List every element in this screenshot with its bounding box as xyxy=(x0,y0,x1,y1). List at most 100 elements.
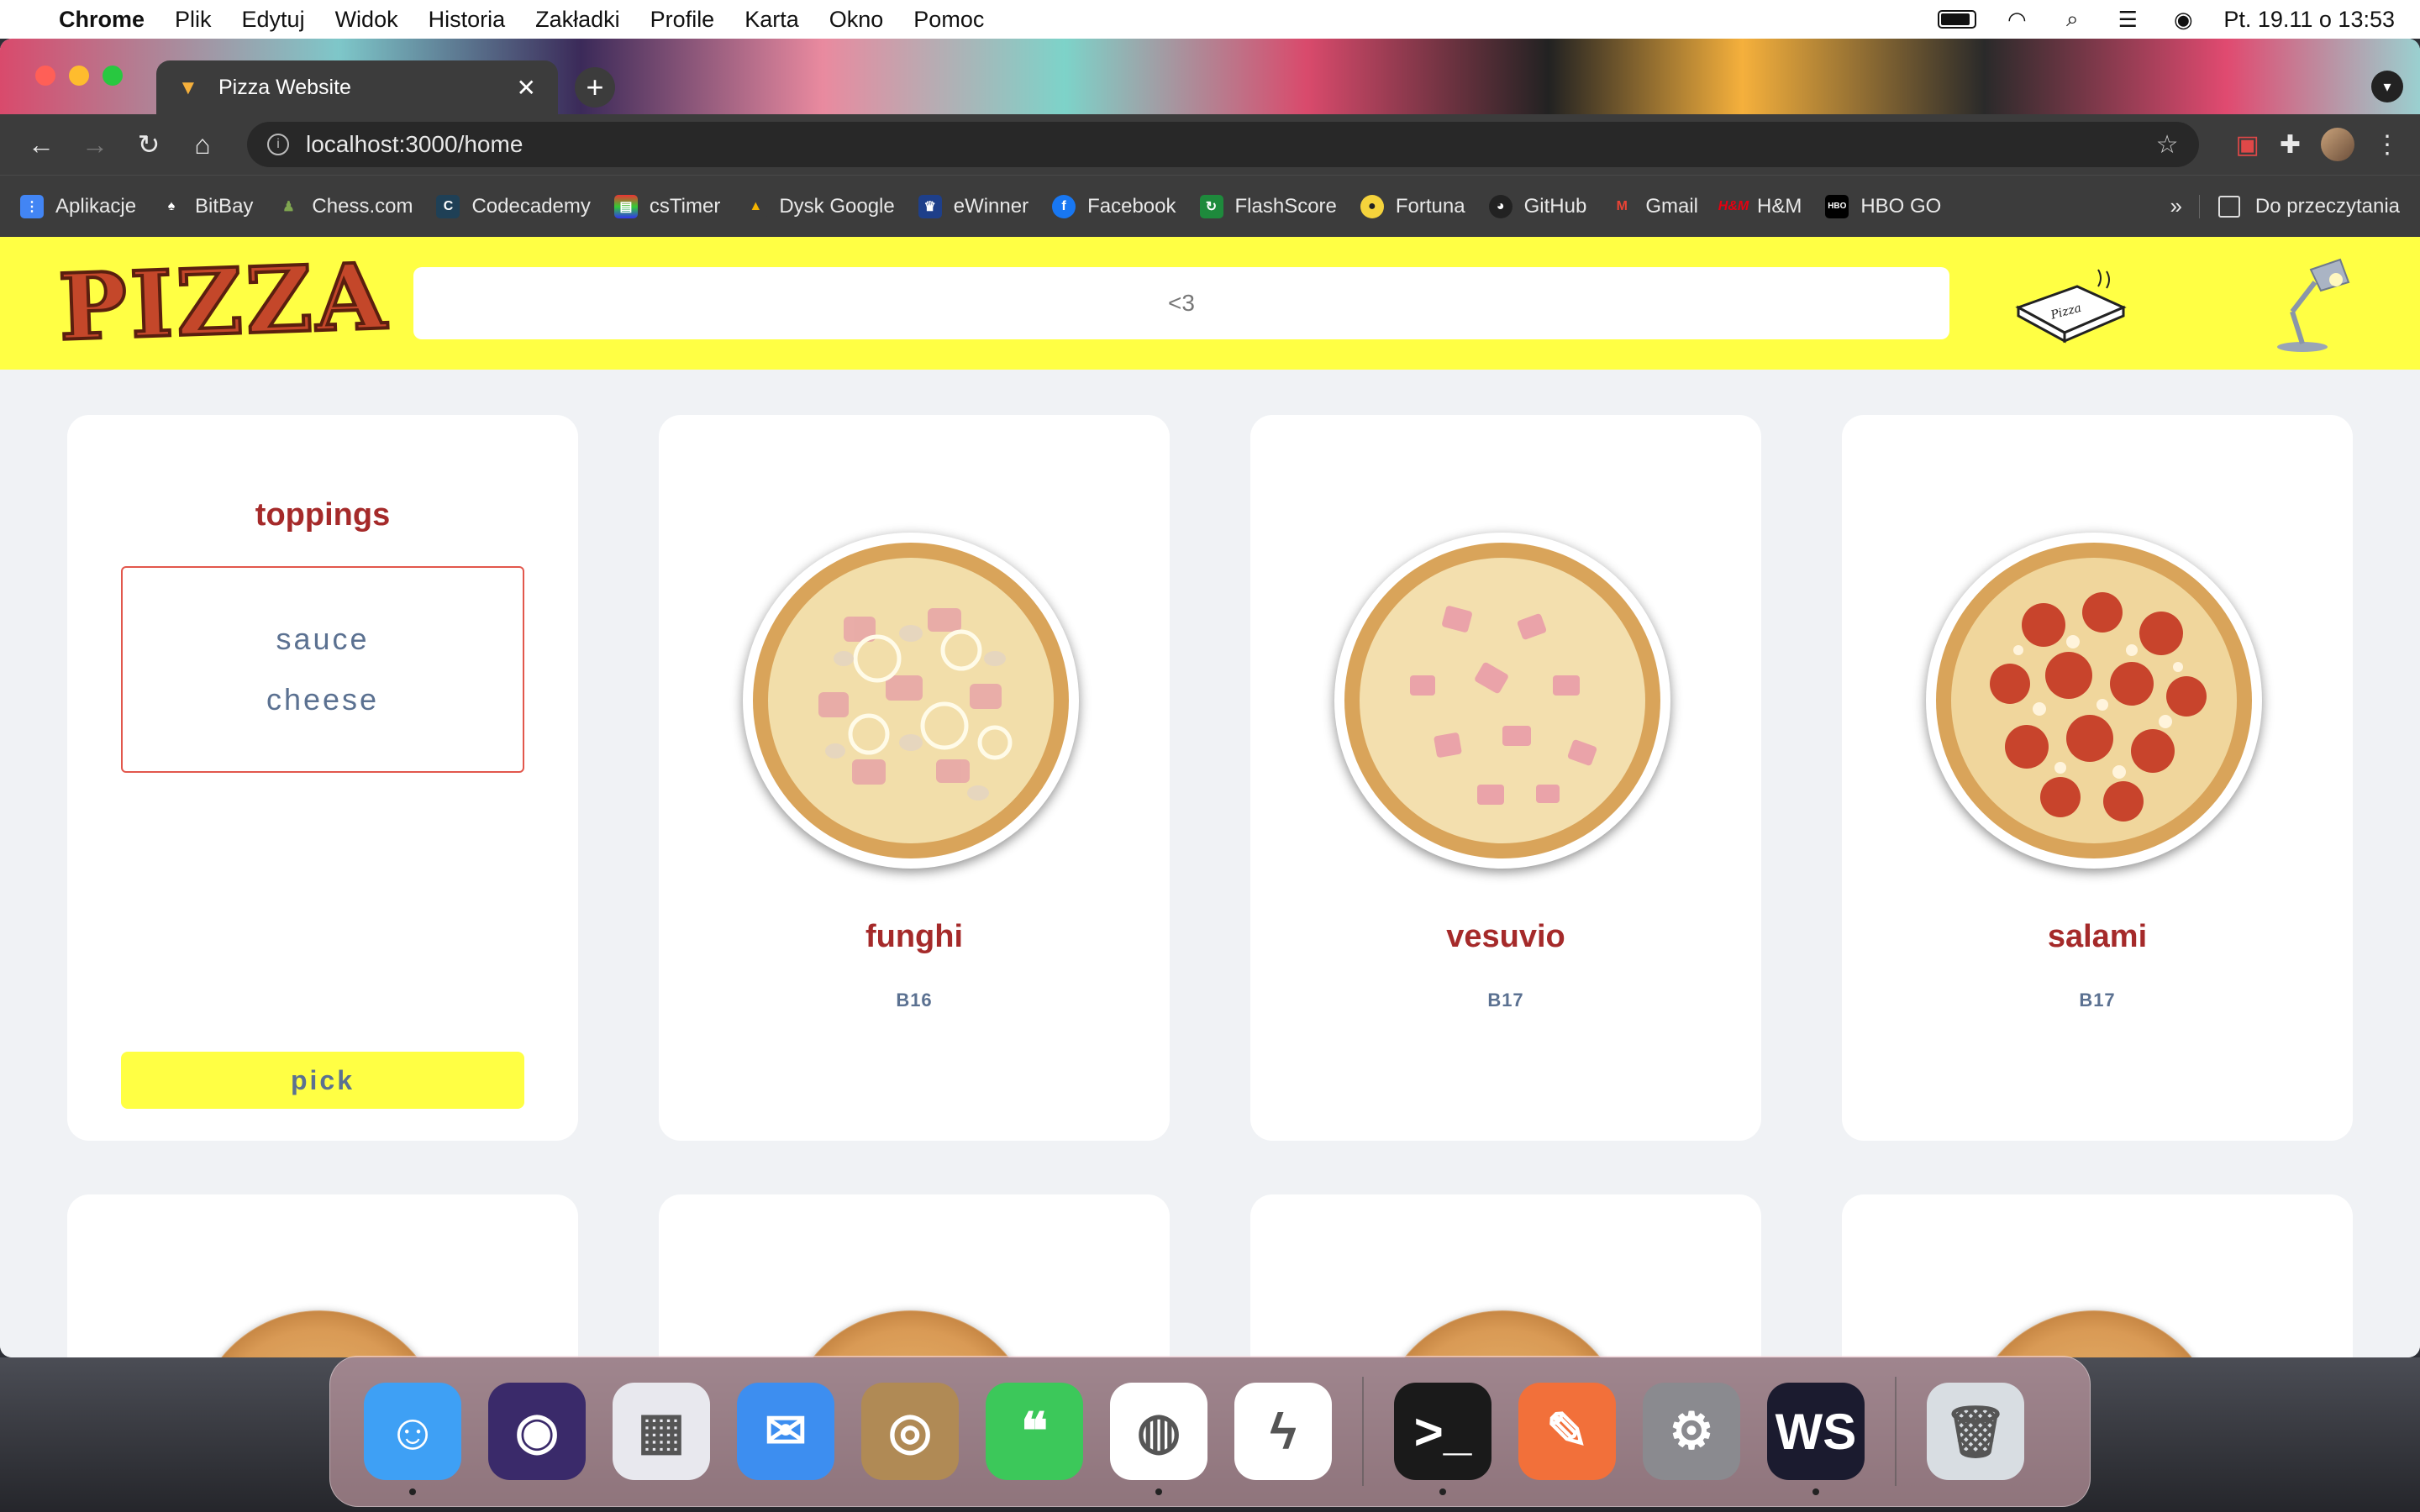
menu-item-bookmarks[interactable]: Zakładki xyxy=(535,7,620,33)
bookmark-github[interactable]: ◕ GitHub xyxy=(1488,194,1586,218)
window-controls xyxy=(35,66,123,86)
extension-icon[interactable]: ▣ xyxy=(2236,130,2260,160)
pizza-image[interactable] xyxy=(1926,533,2262,869)
back-arrow-icon[interactable]: ← xyxy=(20,129,62,160)
home-icon[interactable]: ⌂ xyxy=(182,129,224,160)
profile-avatar[interactable] xyxy=(2321,128,2354,161)
dock-chrome-icon[interactable]: ◍ xyxy=(1110,1383,1207,1495)
pizza-image[interactable] xyxy=(785,1310,1037,1357)
dock-terminal-icon[interactable]: >_ xyxy=(1394,1383,1491,1495)
bookmark-hm[interactable]: H&M H&M xyxy=(1718,194,1802,218)
pizza-name: salami xyxy=(2047,919,2148,954)
site-info-icon[interactable]: i xyxy=(267,134,289,155)
bookmark-facebook[interactable]: f Facebook xyxy=(1052,194,1176,218)
extensions-puzzle-icon[interactable]: ✚ xyxy=(2280,130,2301,160)
github-icon: ◕ xyxy=(1488,194,1512,218)
chrome-menu-icon[interactable]: ⋮ xyxy=(2375,130,2400,160)
dock-separator xyxy=(1362,1377,1364,1486)
dock-separator xyxy=(1895,1377,1897,1486)
pizza-image[interactable] xyxy=(743,533,1079,869)
running-indicator xyxy=(409,1488,416,1495)
bookmark-ewinner[interactable]: ♛ eWinner xyxy=(918,194,1028,218)
spotlight-search-icon[interactable]: ⌕ xyxy=(2057,6,2087,31)
bookmark-hbo-go[interactable]: HBO HBO GO xyxy=(1825,194,1941,218)
dock-contacts-icon[interactable]: ◎ xyxy=(861,1383,959,1480)
dock-trash-icon[interactable]: 🗑 xyxy=(1927,1383,2024,1480)
dock-postman-icon[interactable]: ✎ xyxy=(1518,1383,1616,1480)
bookmark-star-icon[interactable]: ☆ xyxy=(2156,130,2179,160)
pizza-card[interactable] xyxy=(1250,1194,1761,1357)
menu-item-view[interactable]: Widok xyxy=(335,7,398,33)
control-center-icon[interactable]: ☰ xyxy=(2112,7,2143,32)
wifi-icon[interactable]: ◠ xyxy=(2002,7,2032,32)
menu-item-edit[interactable]: Edytuj xyxy=(242,7,305,33)
menubar-clock[interactable]: Pt. 19.11 o 13:53 xyxy=(2223,7,2395,33)
pizza-image[interactable] xyxy=(1334,533,1670,869)
pizza-favicon-icon: ▼ xyxy=(178,76,198,99)
address-bar[interactable]: i localhost:3000/home ☆ xyxy=(247,122,2199,167)
dock-finder-icon[interactable]: ☺ xyxy=(364,1383,461,1495)
pizza-box-icon[interactable]: Pizza xyxy=(2010,261,2128,345)
zoom-window-button[interactable] xyxy=(103,66,123,86)
pizza-card[interactable] xyxy=(1842,1194,2353,1357)
dock-siri-icon[interactable]: ◉ xyxy=(488,1383,586,1480)
bookmark-codecademy[interactable]: C Codecademy xyxy=(436,194,591,218)
bookmark-aplikacje[interactable]: ⋮ Aplikacje xyxy=(20,194,136,218)
menu-app-name[interactable]: Chrome xyxy=(59,7,145,33)
battery-icon[interactable] xyxy=(1938,10,1977,29)
dock-launchpad-icon[interactable]: ▦ xyxy=(613,1383,710,1480)
siri-icon[interactable]: ◉ xyxy=(2168,7,2198,32)
menu-item-history[interactable]: Historia xyxy=(429,7,506,33)
dock-webstorm-icon[interactable]: WS xyxy=(1767,1383,1865,1495)
forward-arrow-icon[interactable]: → xyxy=(74,129,116,160)
reload-icon[interactable]: ↻ xyxy=(128,129,170,160)
menu-item-profiles[interactable]: Profile xyxy=(650,7,715,33)
pick-button[interactable]: pick xyxy=(121,1052,524,1109)
minimize-window-button[interactable] xyxy=(69,66,89,86)
pizza-logo[interactable]: PIZZA xyxy=(55,242,392,363)
search-input[interactable] xyxy=(413,267,1949,339)
dock-messenger-icon[interactable]: ϟ xyxy=(1234,1383,1332,1480)
pizza-image[interactable] xyxy=(193,1310,445,1357)
url-text[interactable]: localhost:3000/home xyxy=(306,131,523,158)
dock-mail-icon[interactable]: ✉ xyxy=(737,1383,834,1480)
bookmark-google-drive[interactable]: ▲ Dysk Google xyxy=(744,194,895,218)
close-window-button[interactable] xyxy=(35,66,55,86)
pizza-image[interactable] xyxy=(1376,1310,1628,1357)
lamp-icon[interactable] xyxy=(2269,253,2353,354)
bookmarks-overflow-icon[interactable]: » xyxy=(2170,193,2181,219)
bookmark-label: Fortuna xyxy=(1395,194,1465,218)
menu-item-tab[interactable]: Karta xyxy=(744,7,799,33)
new-tab-button[interactable]: + xyxy=(575,67,615,108)
topping-item[interactable]: sauce xyxy=(276,622,369,657)
topping-item[interactable]: cheese xyxy=(266,682,379,717)
bookmark-fortuna[interactable]: ● Fortuna xyxy=(1360,194,1465,218)
menu-item-window[interactable]: Okno xyxy=(829,7,884,33)
reading-list-button[interactable]: Do przeczytania xyxy=(2198,194,2400,218)
pizza-image[interactable] xyxy=(1968,1310,2220,1357)
bookmark-label: Chess.com xyxy=(312,194,413,218)
tab-search-icon[interactable]: ▾ xyxy=(2371,71,2403,102)
chess-pawn-icon: ♟ xyxy=(276,194,301,218)
pizza-card[interactable] xyxy=(67,1194,578,1357)
dock-system-preferences-icon[interactable]: ⚙ xyxy=(1643,1383,1740,1480)
pizza-page: PIZZA Pizza toppings sau xyxy=(0,237,2420,1357)
pizza-name: vesuvio xyxy=(1446,919,1565,954)
pizza-card-funghi[interactable]: funghi B16 xyxy=(659,415,1170,1141)
pizza-card-salami[interactable]: salami B17 xyxy=(1842,415,2353,1141)
tab-pizza-website[interactable]: ▼ Pizza Website ✕ xyxy=(156,60,558,114)
bookmark-flashscore[interactable]: ↻ FlashScore xyxy=(1199,194,1337,218)
pizza-card[interactable] xyxy=(659,1194,1170,1357)
codecademy-icon: C xyxy=(436,194,460,218)
pizza-card-vesuvio[interactable]: vesuvio B17 xyxy=(1250,415,1761,1141)
bookmark-label: FlashScore xyxy=(1234,194,1337,218)
bookmark-gmail[interactable]: M Gmail xyxy=(1610,194,1698,218)
dock-messages-icon[interactable]: ❝ xyxy=(986,1383,1083,1480)
menu-item-file[interactable]: Plik xyxy=(175,7,212,33)
bookmark-cstimer[interactable]: ▤ csTimer xyxy=(613,194,720,218)
bookmark-bitbay[interactable]: ♠ BitBay xyxy=(160,194,253,218)
bookmark-chess[interactable]: ♟ Chess.com xyxy=(276,194,413,218)
close-tab-icon[interactable]: ✕ xyxy=(517,74,536,102)
menu-item-help[interactable]: Pomoc xyxy=(913,7,984,33)
running-indicator xyxy=(1155,1488,1162,1495)
